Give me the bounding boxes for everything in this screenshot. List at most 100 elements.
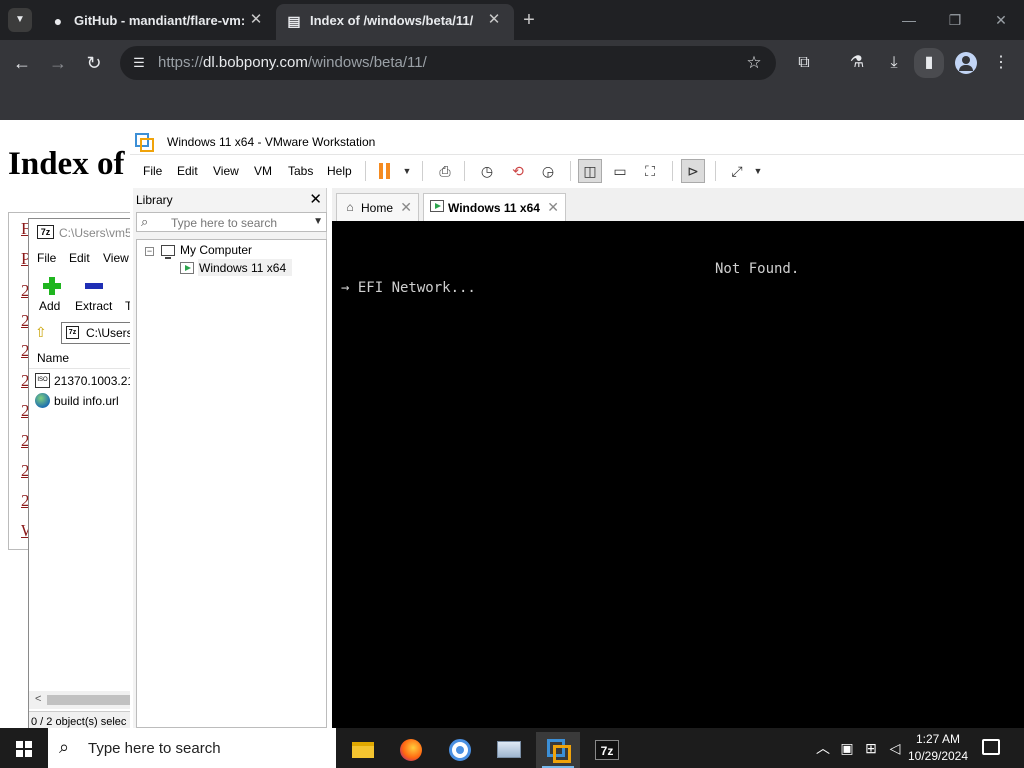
url-globe-icon [35, 393, 50, 408]
search-dropdown-icon[interactable]: ▼ [313, 216, 323, 227]
console-line: → EFI Network... [341, 280, 476, 296]
vmware-button[interactable] [536, 732, 580, 768]
tab-strip: ▼ ● GitHub - mandiant/flare-vm: A ✕ ▤ In… [0, 0, 1024, 40]
chrome-button[interactable] [437, 732, 481, 768]
list-item[interactable]: build info.url [29, 391, 137, 411]
volume-muted-icon[interactable]: ◁ [886, 739, 904, 757]
close-tab-icon[interactable]: ✕ [547, 199, 559, 216]
thumbnail-bar-icon[interactable]: ▭ [610, 162, 630, 180]
tab-home[interactable]: ⌂ Home ✕ [336, 193, 419, 221]
taskbar-search-input[interactable]: ⌕ Type here to search [48, 728, 336, 768]
vm-console[interactable]: Not Found. → EFI Network... [332, 221, 1024, 728]
console-view-icon[interactable]: ⊳ [681, 159, 705, 183]
vmware-titlebar[interactable]: Windows 11 x64 - VMware Workstation [130, 130, 1024, 154]
clock-date: 10/29/2024 [907, 749, 969, 763]
extract-button[interactable]: Extract [75, 299, 112, 313]
side-panel-icon[interactable]: ▮ [914, 48, 944, 78]
address-bar[interactable]: ☰ https://dl.bobpony.com/windows/beta/11… [120, 46, 776, 80]
file-explorer-button[interactable] [340, 732, 384, 768]
stretch-guest-icon[interactable]: ⤢ [727, 162, 747, 180]
close-window-icon[interactable]: ✕ [990, 9, 1012, 31]
folder-up-icon[interactable]: ⇧ [35, 324, 51, 340]
menu-dots-icon[interactable]: ⋮ [990, 52, 1012, 74]
add-plus-icon[interactable] [43, 277, 61, 295]
new-tab-button[interactable]: + [518, 9, 540, 31]
menu-file[interactable]: File [143, 164, 162, 178]
sevenzip-titlebar[interactable]: 7z C:\Users\vm5 [29, 219, 137, 247]
sevenzip-icon: 7z [595, 740, 619, 760]
bookmark-star-icon[interactable]: ☆ [744, 53, 764, 73]
add-button[interactable]: Add [39, 299, 60, 313]
show-library-icon[interactable]: ◫ [578, 159, 602, 183]
vmware-icon [547, 739, 571, 763]
scroll-thumb[interactable] [47, 695, 137, 705]
library-search-input[interactable]: ⌕ Type here to search ▼ [136, 212, 327, 232]
path-field[interactable]: 7z C:\Users [61, 322, 137, 344]
snapshot-icon[interactable]: ◷ [477, 162, 497, 180]
revert-snapshot-icon[interactable]: ⟲ [508, 162, 528, 180]
menu-help[interactable]: Help [327, 164, 352, 178]
forward-arrow-icon[interactable]: → [46, 51, 70, 75]
menu-edit[interactable]: Edit [177, 164, 198, 178]
stretch-dropdown-icon[interactable]: ▼ [748, 162, 768, 180]
list-item[interactable]: ISO 21370.1003.210 [29, 371, 137, 391]
tab-index[interactable]: ▤ Index of /windows/beta/11/ ✕ [276, 4, 514, 40]
library-tree: − My Computer Windows 11 x64 [136, 239, 327, 728]
send-ctrl-alt-del-icon[interactable]: ⎙ [435, 162, 455, 180]
close-tab-icon[interactable]: ✕ [486, 12, 502, 28]
menu-tabs[interactable]: Tabs [288, 164, 313, 178]
show-hidden-icons-icon[interactable]: ︿ [814, 739, 832, 757]
windows-start-icon[interactable] [16, 741, 32, 757]
firefox-button[interactable] [388, 732, 432, 768]
sevenzip-button[interactable]: 7z [585, 732, 629, 768]
close-tab-icon[interactable]: ✕ [248, 12, 264, 28]
toolbar-divider [365, 161, 366, 181]
full-screen-icon[interactable]: ⛶ [640, 162, 660, 180]
back-arrow-icon[interactable]: ← [10, 51, 34, 75]
column-header[interactable]: Name [29, 347, 137, 369]
reload-icon[interactable]: ↻ [82, 51, 106, 75]
snapshot-manager-icon[interactable]: ◶ [538, 162, 558, 180]
collapse-icon[interactable]: − [145, 247, 154, 256]
power-dropdown-icon[interactable]: ▼ [397, 162, 417, 180]
horizontal-scrollbar[interactable]: < [29, 691, 137, 709]
menu-vm[interactable]: VM [254, 164, 272, 178]
menu-file[interactable]: File [37, 251, 56, 265]
menu-edit[interactable]: Edit [69, 251, 90, 265]
tree-item-my-computer[interactable]: My Computer [180, 243, 252, 257]
system-clock[interactable]: 1:27 AM 10/29/2024 [904, 731, 972, 765]
clock-time: 1:27 AM [915, 732, 961, 746]
vmware-tray-icon[interactable]: ▣ [838, 739, 856, 757]
extract-minus-icon[interactable] [85, 283, 103, 289]
vmware-menubar: File Edit View VM Tabs Help ▼ ⎙ ◷ ⟲ ◶ ◫ … [130, 154, 1024, 186]
download-icon[interactable]: ⤓ [883, 52, 905, 74]
pause-icon[interactable] [378, 163, 392, 179]
tab-search-button[interactable]: ▼ [8, 8, 32, 32]
extensions-icon[interactable]: ⧉ [793, 52, 815, 74]
sevenzip-title: C:\Users\vm5 [59, 226, 132, 240]
page-icon: ▤ [287, 13, 301, 29]
profile-avatar-icon[interactable] [955, 52, 977, 74]
taskbar: ⌕ Type here to search 7z ︿ ▣ ⊞ ◁ 1:27 AM… [0, 728, 1024, 768]
menu-view[interactable]: View [213, 164, 239, 178]
archive-icon: 7z [66, 326, 79, 339]
notification-icon[interactable] [982, 739, 1000, 755]
close-tab-icon[interactable]: ✕ [400, 199, 412, 216]
tree-item-windows-11[interactable]: Windows 11 x64 [199, 261, 286, 275]
site-info-icon[interactable]: ☰ [130, 54, 148, 72]
computer-icon [161, 245, 175, 259]
restore-icon[interactable]: ❐ [944, 9, 966, 31]
menu-view[interactable]: View [103, 251, 129, 265]
url-text: https://dl.bobpony.com/windows/beta/11/ [158, 54, 427, 71]
browser-window: ▼ ● GitHub - mandiant/flare-vm: A ✕ ▤ In… [0, 0, 1024, 120]
remote-desktop-button[interactable] [486, 732, 530, 768]
tab-windows-11[interactable]: Windows 11 x64 ✕ [423, 193, 566, 221]
tab-github[interactable]: ● GitHub - mandiant/flare-vm: A ✕ [40, 4, 276, 40]
labs-flask-icon[interactable]: ⚗ [846, 52, 868, 74]
scroll-left-icon[interactable]: < [35, 693, 41, 705]
bookmarks-bar [0, 86, 1024, 120]
network-icon[interactable]: ⊞ [862, 739, 880, 757]
minimize-icon[interactable]: — [898, 9, 920, 31]
github-icon: ● [53, 13, 63, 29]
close-library-icon[interactable]: ✕ [309, 190, 322, 208]
